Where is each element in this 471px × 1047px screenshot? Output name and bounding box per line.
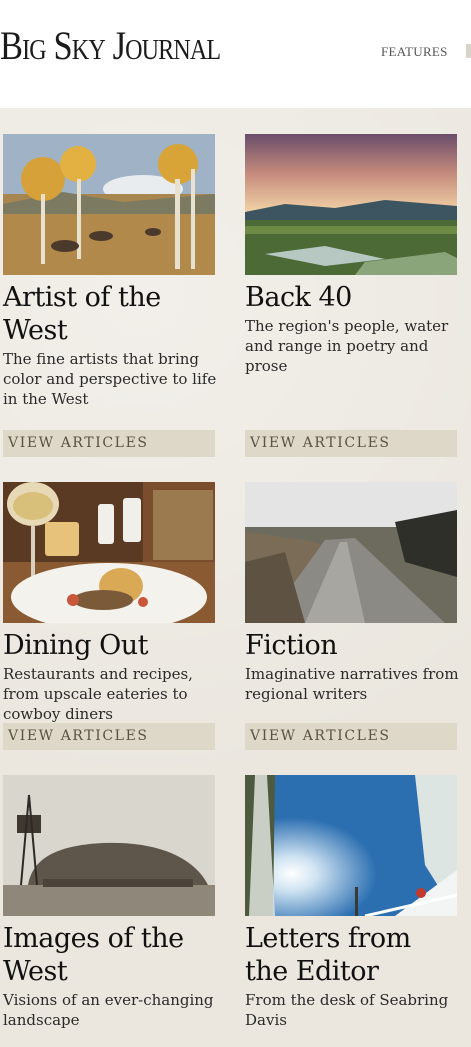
- card-title[interactable]: Artist of the West: [3, 281, 217, 347]
- card-description: From the desk of Seabring Davis: [245, 991, 449, 1029]
- card-letters-from-the-editor: Letters from the Editor From the desk of…: [245, 775, 459, 1030]
- site-header: Big Sky Journal FEATURES: [0, 0, 471, 108]
- nav-features[interactable]: FEATURES: [381, 44, 448, 60]
- card-description: Visions of an ever-changing landscape: [3, 991, 214, 1029]
- view-articles-button-artist-of-the-west[interactable]: VIEW ARTICLES: [3, 430, 215, 457]
- card-description: The fine artists that bring color and pe…: [3, 350, 217, 408]
- card-description: Imaginative narratives from regional wri…: [245, 665, 459, 703]
- card-fiction: Fiction Imaginative narratives from regi…: [245, 482, 459, 704]
- fiction-image[interactable]: [245, 482, 457, 623]
- artist-of-the-west-image[interactable]: [3, 134, 215, 275]
- view-articles-button-dining-out[interactable]: VIEW ARTICLES: [3, 723, 215, 750]
- card-title[interactable]: Back 40: [245, 281, 459, 314]
- nav-next-item-edge: [466, 44, 471, 58]
- card-title[interactable]: Images of the West: [3, 922, 217, 988]
- view-articles-button-fiction[interactable]: VIEW ARTICLES: [245, 723, 457, 750]
- images-of-the-west-image[interactable]: [3, 775, 215, 916]
- dining-out-image[interactable]: [3, 482, 215, 623]
- card-title[interactable]: Letters from the Editor: [245, 922, 459, 988]
- site-logo[interactable]: Big Sky Journal: [0, 22, 221, 69]
- card-description: The region's people, water and range in …: [245, 317, 449, 375]
- card-images-of-the-west: Images of the West Visions of an ever-ch…: [3, 775, 217, 1030]
- card-title[interactable]: Dining Out: [3, 629, 217, 662]
- card-dining-out: Dining Out Restaurants and recipes, from…: [3, 482, 217, 724]
- card-title[interactable]: Fiction: [245, 629, 459, 662]
- card-description: Restaurants and recipes, from upscale ea…: [3, 665, 193, 723]
- back-40-image[interactable]: [245, 134, 457, 275]
- letters-from-the-editor-image[interactable]: [245, 775, 457, 916]
- card-back-40: Back 40 The region's people, water and r…: [245, 134, 459, 376]
- card-artist-of-the-west: Artist of the West The fine artists that…: [3, 134, 217, 409]
- view-articles-button-back-40[interactable]: VIEW ARTICLES: [245, 430, 457, 457]
